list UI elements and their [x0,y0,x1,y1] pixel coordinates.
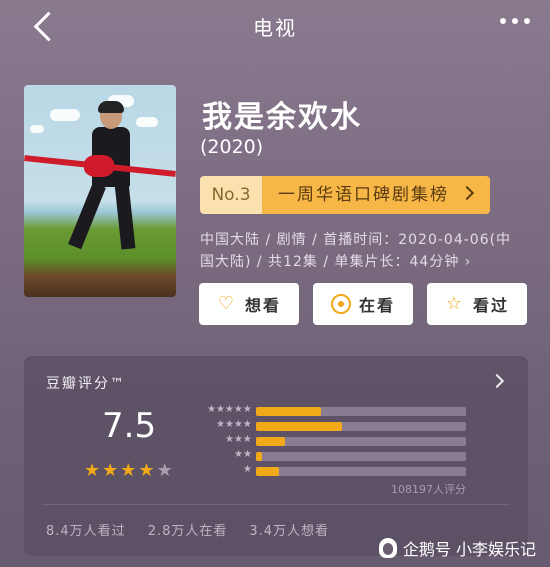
star-outline-icon: ☆ [445,293,465,314]
watched-count: 8.4万人看过 [46,524,126,539]
distribution-bar [256,437,285,446]
watermark: 企鹅号 小李娱乐记 [378,536,536,560]
distribution-row: ★★★ [194,434,474,448]
divider [42,504,510,505]
distribution-bar [256,452,262,461]
star-filled-icon: ★ [84,460,103,481]
distribution-bar [256,422,342,431]
chevron-right-icon [459,185,475,201]
rating-title: 豆瓣评分™ [46,376,126,392]
star-filled-icon: ★ [102,460,121,481]
watching-button[interactable]: 在看 [313,283,413,325]
watermark-text: 企鹅号 小李娱乐记 [402,540,536,559]
chevron-right-icon[interactable] [489,373,505,389]
want-to-watch-label: 想看 [244,296,281,315]
show-title: 我是余欢水 [202,100,362,135]
rating-card[interactable]: 豆瓣评分™ 7.5 ★★★★★ ★★★★★ ★★★★ ★★★ ★★ ★ 108197人评… [24,356,528,556]
distribution-track [256,407,466,416]
want-count: 3.4万人想看 [249,524,330,539]
distribution-stars: ★★★★ [216,419,252,430]
show-meta-info[interactable]: 中国大陆 / 剧情 / 首播时间：2020-04-06(中国大陆) / 共12集… [200,229,525,273]
distribution-stars: ★★★ [225,434,252,445]
star-filled-icon: ★ [120,460,139,481]
watching-label: 在看 [358,296,395,315]
watched-label: 看过 [472,296,509,315]
want-to-watch-button[interactable]: ♡ 想看 [199,283,299,325]
show-year: (2020) [200,136,264,158]
rank-number: No.3 [200,176,262,214]
rating-score: 7.5 [102,406,157,446]
rating-stars: ★★★★★ [84,460,175,481]
heart-plus-icon: ♡ [217,293,237,314]
rank-banner[interactable]: No.3 一周华语口碑剧集榜 [200,176,490,214]
rating-distribution: ★★★★★ ★★★★ ★★★ ★★ ★ [194,404,474,479]
distribution-track [256,437,466,446]
show-poster[interactable] [24,85,176,297]
distribution-stars: ★★ [234,449,252,460]
distribution-row: ★★★★★ [194,404,474,418]
distribution-track [256,467,466,476]
distribution-row: ★★★★ [194,419,474,433]
star-filled-icon: ★ [138,460,157,481]
rank-list-label: 一周华语口碑剧集榜 [278,185,449,205]
distribution-stars: ★★★★★ [207,404,252,415]
rank-list-name: 一周华语口碑剧集榜 [262,176,490,214]
distribution-track [256,452,466,461]
distribution-bar [256,467,279,476]
distribution-row: ★★ [194,449,474,463]
distribution-row: ★ [194,464,474,478]
star-empty-icon: ★ [156,460,175,481]
penguin-icon [378,538,397,558]
watch-stats: 8.4万人看过 2.8万人在看 3.4万人想看 [46,520,329,539]
distribution-track [256,422,466,431]
distribution-stars: ★ [243,464,252,475]
distribution-bar [256,407,321,416]
top-bar: 电视 [0,0,550,50]
page-title: 电视 [253,16,297,40]
watching-count: 2.8万人在看 [147,524,228,539]
more-options-icon[interactable] [500,18,530,24]
rating-count: 108197人评分 [391,483,466,496]
action-buttons: ♡ 想看 在看 ☆ 看过 [199,283,527,325]
target-icon [330,294,351,314]
watched-button[interactable]: ☆ 看过 [427,283,527,325]
